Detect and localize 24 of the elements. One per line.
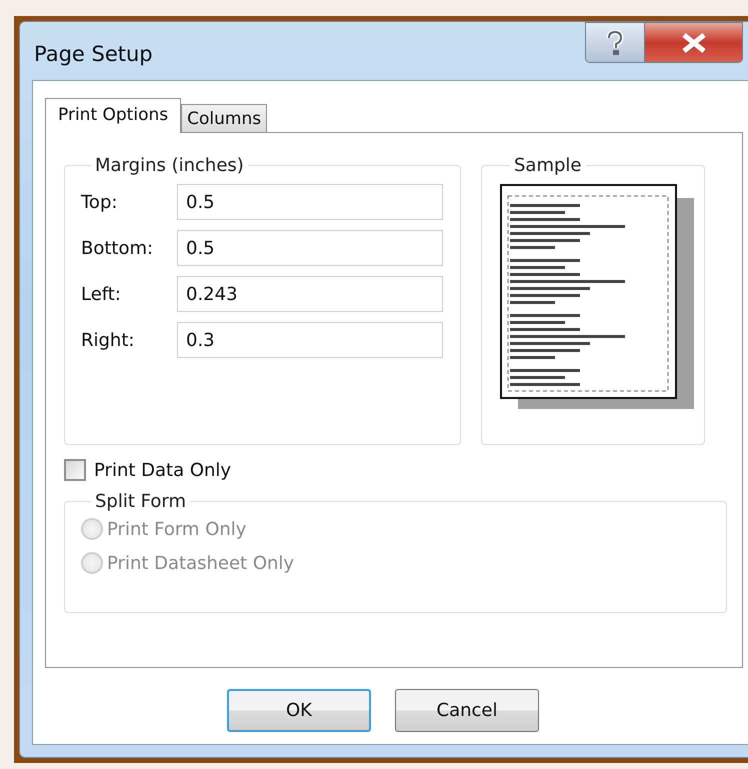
input-field[interactable]: 0.243 (177, 276, 443, 312)
input-field[interactable]: 0.3 (177, 322, 443, 358)
field-label: Top: (81, 192, 118, 212)
radio-label: Print Form Only (107, 518, 246, 540)
window-title: Page Setup (34, 42, 153, 66)
input-field[interactable]: 0.5 (177, 230, 443, 266)
field-label: Right: (81, 330, 136, 350)
dialog-button[interactable]: OK (227, 689, 371, 732)
input-field[interactable]: 0.5 (177, 184, 443, 220)
field-label: Left: (81, 284, 122, 304)
group-title: Split Form (94, 491, 187, 512)
tab[interactable]: Print Options (45, 98, 182, 133)
close-icon (680, 32, 706, 52)
close-button[interactable] (645, 22, 743, 63)
dialog-button[interactable]: Cancel (395, 689, 539, 732)
checkbox[interactable] (64, 459, 86, 481)
group-title: Sample (513, 155, 582, 176)
help-icon (606, 30, 624, 56)
group-title: Margins (inches) (94, 155, 245, 176)
radio-label: Print Datasheet Only (107, 552, 294, 574)
help-button[interactable] (585, 22, 645, 63)
checkbox-label: Print Data Only (94, 460, 232, 480)
field-label: Bottom: (81, 238, 154, 258)
tab[interactable]: Columns (181, 104, 268, 132)
